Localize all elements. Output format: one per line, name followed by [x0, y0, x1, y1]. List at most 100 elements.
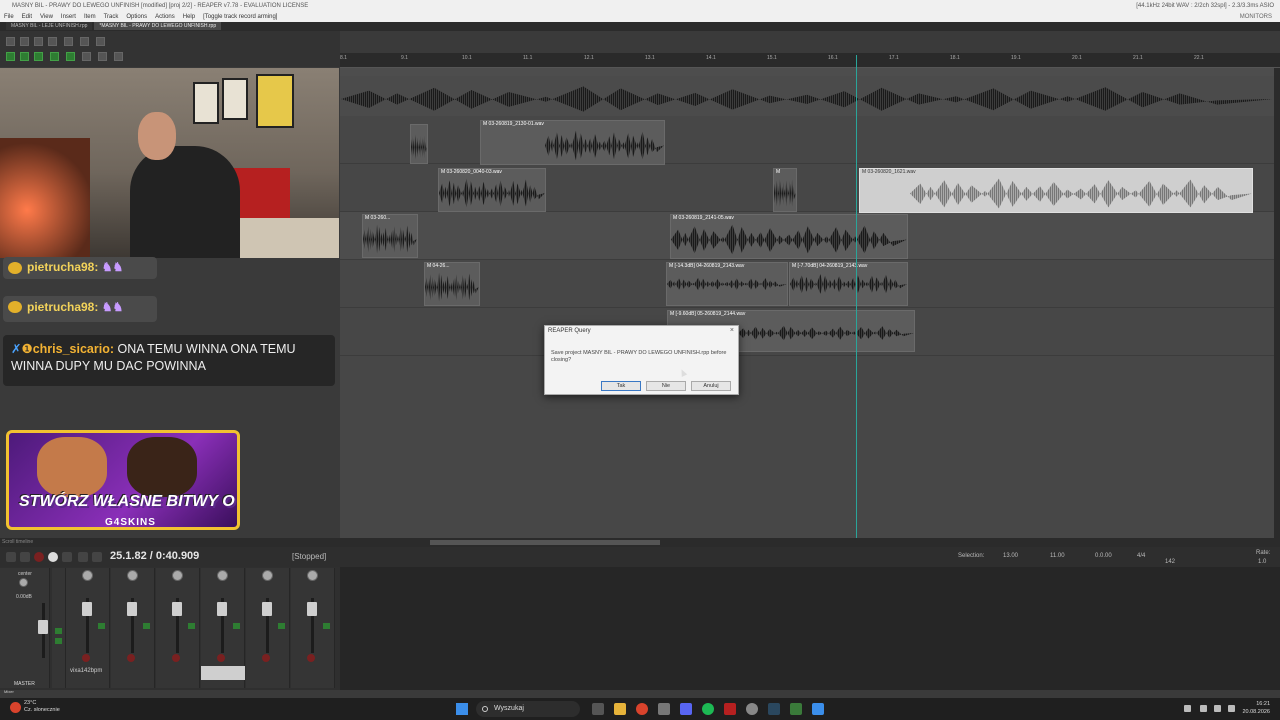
undo-icon[interactable] [64, 37, 73, 46]
audio-item[interactable]: M 03-260819_2130-01.wav [480, 120, 665, 165]
taskbar-search[interactable]: Wyszukaj [476, 701, 580, 717]
volume-fader[interactable] [307, 602, 317, 616]
discord-icon[interactable] [680, 703, 692, 715]
app-icon[interactable] [724, 703, 736, 715]
snap-toggle-icon[interactable] [34, 52, 43, 61]
timeline-ruler[interactable]: 8.1 9.1 10.1 11.1 12.1 13.1 14.1 15.1 16… [340, 53, 1280, 68]
taskbar-clock[interactable]: 16:21 20.08.2026 [1242, 700, 1270, 716]
audio-item-master-print[interactable] [340, 76, 1274, 116]
audio-item[interactable]: M 04-26... [424, 262, 480, 306]
record-arm-button[interactable] [307, 654, 315, 662]
marker-icon[interactable] [114, 52, 123, 61]
project-tab-1[interactable]: MASNY BIL - LEJE UNFINISH.rpp [6, 22, 93, 30]
selected-strip-name-box[interactable] [201, 666, 245, 680]
record-icon[interactable] [34, 552, 44, 562]
loop-transport-icon[interactable] [92, 552, 102, 562]
weather-widget[interactable]: 23°C Cz. słonecznie [10, 700, 60, 714]
audio-item[interactable] [410, 124, 428, 164]
record-arm-button[interactable] [262, 654, 270, 662]
save-project-icon[interactable] [34, 37, 43, 46]
audio-item[interactable]: M 03-260... [362, 214, 418, 258]
time-signature[interactable]: 4/4 [1137, 553, 1145, 559]
locking-icon[interactable] [66, 52, 75, 61]
menu-help[interactable]: Help [183, 12, 195, 22]
record-arm-button[interactable] [127, 654, 135, 662]
chrome-icon[interactable] [636, 703, 648, 715]
tray-chevron-icon[interactable] [1184, 705, 1191, 712]
open-project-icon[interactable] [20, 37, 29, 46]
previous-icon[interactable] [20, 552, 30, 562]
volume-fader[interactable] [217, 602, 227, 616]
steam-icon[interactable] [768, 703, 780, 715]
record-arm-button[interactable] [82, 654, 90, 662]
obs-icon[interactable] [746, 703, 758, 715]
pause-icon[interactable] [62, 552, 72, 562]
microphone-icon[interactable] [1200, 705, 1207, 712]
yes-button[interactable]: Tak [601, 381, 641, 391]
no-button[interactable]: Nie [646, 381, 686, 391]
pan-knob[interactable] [127, 570, 138, 581]
audio-item[interactable]: M [-14.3dB] 04-260819_2143.wav [666, 262, 788, 306]
record-arm-button[interactable] [217, 654, 225, 662]
network-icon[interactable] [1214, 705, 1221, 712]
start-icon[interactable] [456, 703, 468, 715]
app-icon[interactable] [812, 703, 824, 715]
menu-insert[interactable]: Insert [61, 12, 76, 22]
task-view-icon[interactable] [592, 703, 604, 715]
selection-start[interactable]: 13.00 [1003, 553, 1018, 559]
rate-value[interactable]: 1.0 [1258, 559, 1266, 565]
mixer-tab[interactable]: Mixer [4, 689, 14, 694]
audio-item[interactable]: M 03-260820_0040-03.wav [438, 168, 546, 212]
menu-edit[interactable]: Edit [22, 12, 32, 22]
pan-knob[interactable] [172, 570, 183, 581]
fx-button[interactable] [278, 623, 285, 629]
go-to-start-icon[interactable] [6, 552, 16, 562]
selection-end[interactable]: 11.00 [1050, 553, 1065, 559]
auto-crossfade-icon[interactable] [50, 52, 59, 61]
volume-fader[interactable] [262, 602, 272, 616]
pan-knob[interactable] [307, 570, 318, 581]
grid-toggle-icon[interactable] [6, 52, 15, 61]
scroll-thumb[interactable] [430, 540, 660, 545]
volume-icon[interactable] [1228, 705, 1235, 712]
audio-item[interactable]: M [-7.70dB] 04-260819_2143.wav [789, 262, 908, 306]
menu-options[interactable]: Options [126, 12, 147, 22]
record-arm-button[interactable] [172, 654, 180, 662]
volume-fader[interactable] [172, 602, 182, 616]
ripple-edit-icon[interactable] [20, 52, 29, 61]
fx-button[interactable] [188, 623, 195, 629]
lock-icon[interactable] [98, 52, 107, 61]
fx-button[interactable] [233, 623, 240, 629]
master-fx-button[interactable] [55, 638, 62, 644]
metronome-icon[interactable] [96, 37, 105, 46]
pan-knob[interactable] [262, 570, 273, 581]
menu-view[interactable]: View [40, 12, 53, 22]
menu-item[interactable]: Item [84, 12, 96, 22]
fx-button[interactable] [143, 623, 150, 629]
settings-icon[interactable] [48, 37, 57, 46]
audio-item-selected[interactable]: M 03-260820_1621.wav [859, 168, 1253, 213]
new-project-icon[interactable] [6, 37, 15, 46]
fx-button[interactable] [98, 623, 105, 629]
app-icon[interactable] [658, 703, 670, 715]
audio-item[interactable]: M [773, 168, 797, 212]
menu-file[interactable]: File [4, 12, 14, 22]
file-explorer-icon[interactable] [614, 703, 626, 715]
selection-length[interactable]: 0.0.00 [1095, 553, 1112, 559]
fx-button[interactable] [323, 623, 330, 629]
vertical-scrollbar[interactable] [1274, 68, 1280, 538]
project-tab-2[interactable]: *MASNY BIL - PRAWY DO LEWEGO UNFINISH.rp… [94, 22, 222, 30]
pan-knob[interactable] [82, 570, 93, 581]
redo-icon[interactable] [80, 37, 89, 46]
play-icon[interactable] [48, 552, 58, 562]
horizontal-scrollbar[interactable]: Scroll timeline [0, 538, 1280, 547]
stop-icon[interactable] [78, 552, 88, 562]
volume-fader[interactable] [82, 602, 92, 616]
audio-item[interactable]: M 03-260819_2141-05.wav [670, 214, 908, 259]
master-fx-button[interactable] [55, 628, 62, 634]
arrange-view[interactable]: M 03-260819_2130-01.wav M 03-260820_0040… [340, 68, 1274, 538]
close-icon[interactable]: × [730, 327, 734, 334]
pan-knob[interactable] [217, 570, 228, 581]
reaper-icon[interactable] [790, 703, 802, 715]
master-fader[interactable] [38, 620, 48, 634]
